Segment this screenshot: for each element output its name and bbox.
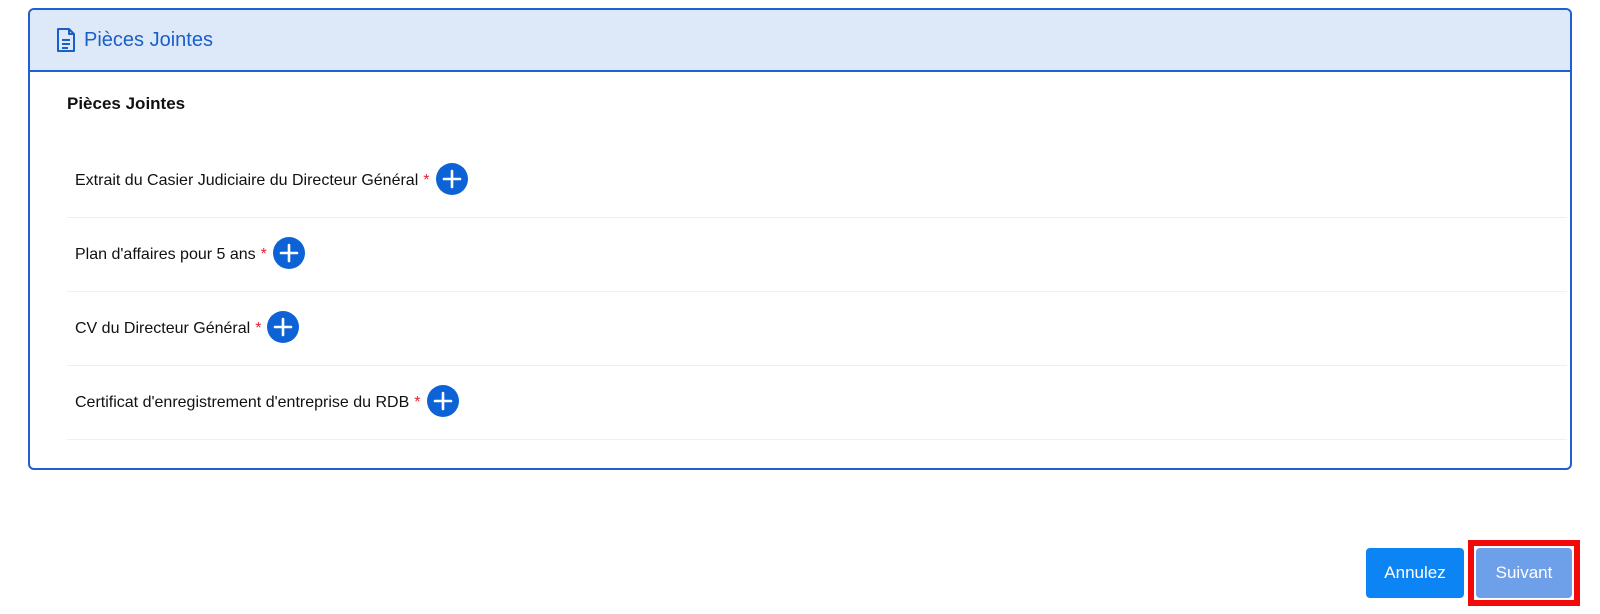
document-icon	[56, 28, 76, 52]
required-marker: *	[255, 319, 262, 337]
panel-header: Pièces Jointes	[30, 10, 1570, 72]
attachment-row: CV du Directeur Général *	[67, 292, 1567, 366]
cancel-button[interactable]: Annulez	[1366, 548, 1464, 598]
attachment-label: Plan d'affaires pour 5 ans	[75, 245, 256, 263]
attachment-label: Certificat d'enregistrement d'entreprise…	[75, 393, 410, 411]
attachment-row: Certificat d'enregistrement d'entreprise…	[67, 366, 1567, 440]
plus-icon	[279, 243, 299, 262]
attachment-label: CV du Directeur Général	[75, 319, 251, 337]
next-button[interactable]: Suivant	[1476, 548, 1572, 598]
attachment-label: Extrait du Casier Judiciaire du Directeu…	[75, 171, 419, 189]
add-attachment-button[interactable]	[272, 236, 305, 269]
attachment-list: Extrait du Casier Judiciaire du Directeu…	[67, 144, 1567, 440]
attachment-row: Plan d'affaires pour 5 ans *	[67, 218, 1567, 292]
plus-icon	[442, 169, 461, 188]
add-attachment-button[interactable]	[435, 162, 468, 195]
plus-icon	[274, 317, 293, 336]
required-marker: *	[414, 393, 421, 411]
section-title: Pièces Jointes	[67, 94, 186, 113]
add-attachment-button[interactable]	[267, 310, 300, 343]
attachment-row: Extrait du Casier Judiciaire du Directeu…	[67, 144, 1567, 218]
add-attachment-button[interactable]	[426, 384, 459, 417]
required-marker: *	[423, 171, 430, 189]
panel-title: Pièces Jointes	[84, 28, 213, 51]
attachments-panel: Pièces Jointes Pièces Jointes Extrait du…	[28, 8, 1572, 470]
required-marker: *	[260, 245, 267, 263]
plus-icon	[433, 391, 452, 410]
